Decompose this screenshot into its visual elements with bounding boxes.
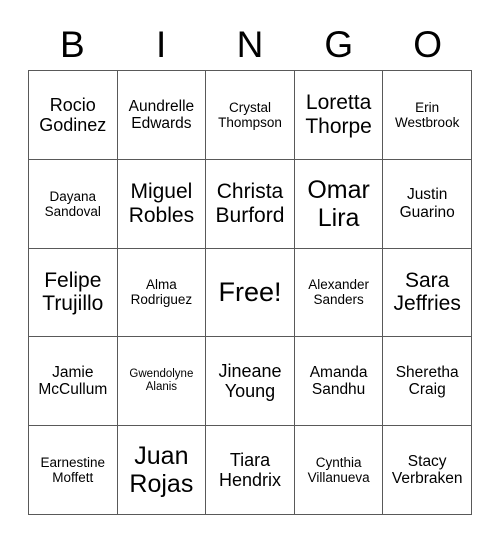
bingo-cell-name: Crystal Thompson (218, 99, 282, 130)
bingo-cell-name: Cynthia Villanueva (307, 454, 370, 486)
bingo-cell[interactable]: Rocio Godinez (29, 71, 118, 160)
bingo-cell[interactable]: Alexander Sanders (294, 248, 384, 338)
bingo-header-letter-i: I (156, 23, 167, 65)
bingo-cell-name: Dayana Sandoval (44, 188, 101, 219)
bingo-cell[interactable]: Dayana Sandoval (29, 159, 118, 249)
bingo-cell-name: Amanda Sandhu (309, 363, 368, 399)
bingo-cell-name: Rocio Godinez (39, 94, 107, 135)
bingo-cell-name: Christa Burford (215, 180, 285, 227)
bingo-cell[interactable]: Loretta Thorpe (294, 71, 384, 160)
bingo-header-letter-o: O (413, 23, 442, 65)
bingo-header-letter-b: B (60, 23, 85, 65)
bingo-cell[interactable]: Omar Lira (294, 159, 384, 249)
bingo-cell-name: Alma Rodriguez (130, 277, 193, 308)
bingo-cell-name: Gwendolyne Alanis (129, 368, 194, 394)
bingo-cell[interactable]: Gwendolyne Alanis (117, 337, 207, 427)
bingo-free-space[interactable]: Free! (206, 248, 295, 338)
bingo-cell-name: Aundrelle Edwards (128, 97, 195, 132)
bingo-cell[interactable]: Tiara Hendrix (206, 426, 295, 515)
bingo-cell[interactable]: Justin Guarino (383, 159, 472, 249)
bingo-cell[interactable]: Amanda Sandhu (294, 337, 384, 427)
bingo-cell-name: Omar Lira (307, 175, 370, 232)
bingo-cell[interactable]: Stacy Verbraken (383, 426, 472, 515)
bingo-cell[interactable]: Cynthia Villanueva (294, 426, 384, 515)
bingo-cell-name: Earnestine Moffett (40, 454, 106, 486)
bingo-cell-name: Felipe Trujillo (42, 268, 104, 316)
bingo-cell[interactable]: Aundrelle Edwards (117, 71, 207, 160)
bingo-cell-name: Miguel Robles (128, 180, 195, 227)
bingo-cell-name: Justin Guarino (399, 186, 455, 221)
bingo-header-letter-g: G (324, 23, 354, 65)
bingo-cell[interactable]: Alma Rodriguez (117, 248, 207, 338)
bingo-card: B I N G O Rocio Godinez Aundrelle Edwards Crys… (0, 0, 500, 544)
bingo-cell-name: Tiara Hendrix (218, 449, 281, 491)
bingo-cell-name: Stacy Verbraken (391, 452, 463, 488)
bingo-cell-name: Sara Jeffries (393, 268, 461, 316)
bingo-header-letter-n: N (236, 23, 264, 65)
bingo-cell-name: Sheretha Craig (395, 363, 459, 399)
bingo-cell[interactable]: Miguel Robles (117, 159, 207, 249)
bingo-cell[interactable]: Christa Burford (206, 159, 295, 249)
bingo-cell[interactable]: Jineane Young (206, 337, 295, 427)
bingo-cell[interactable]: Erin Westbrook (383, 71, 472, 160)
bingo-cell-name: Loretta Thorpe (305, 91, 372, 138)
bingo-cell[interactable]: Jamie McCullum (29, 337, 118, 427)
bingo-cell[interactable]: Felipe Trujillo (29, 248, 118, 338)
free-space-label: Free! (218, 277, 282, 308)
bingo-cell-name: Jineane Young (218, 361, 282, 402)
bingo-cell[interactable]: Sara Jeffries (383, 248, 472, 338)
bingo-cell-name: Alexander Sanders (308, 277, 369, 308)
bingo-cell[interactable]: Earnestine Moffett (29, 426, 118, 515)
bingo-cell-name: Erin Westbrook (395, 99, 460, 130)
bingo-grid: Rocio Godinez Aundrelle Edwards Crystal Th… (28, 70, 472, 515)
bingo-cell[interactable]: Sheretha Craig (383, 337, 472, 427)
bingo-cell-name: Jamie McCullum (38, 363, 108, 399)
bingo-cell[interactable]: Juan Rojas (117, 426, 207, 515)
bingo-cell-name: Juan Rojas (129, 442, 194, 499)
bingo-cell[interactable]: Crystal Thompson (206, 71, 295, 160)
bingo-header: BINGO (28, 18, 472, 70)
